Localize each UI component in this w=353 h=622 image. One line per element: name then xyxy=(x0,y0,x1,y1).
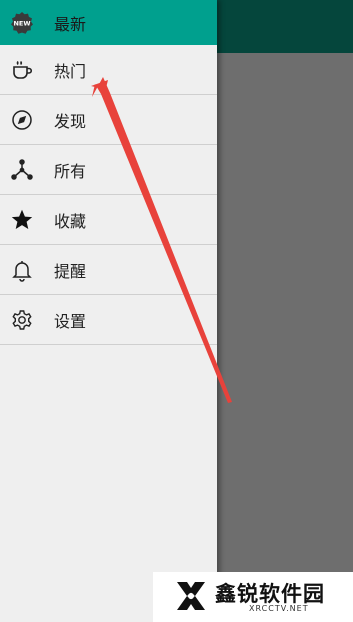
watermark-subtitle: XRCCTV.NET xyxy=(249,604,309,613)
watermark: 鑫锐软件园 XRCCTV.NET xyxy=(153,572,353,622)
watermark-logo-icon xyxy=(177,582,205,610)
annotation-arrow xyxy=(91,77,232,403)
